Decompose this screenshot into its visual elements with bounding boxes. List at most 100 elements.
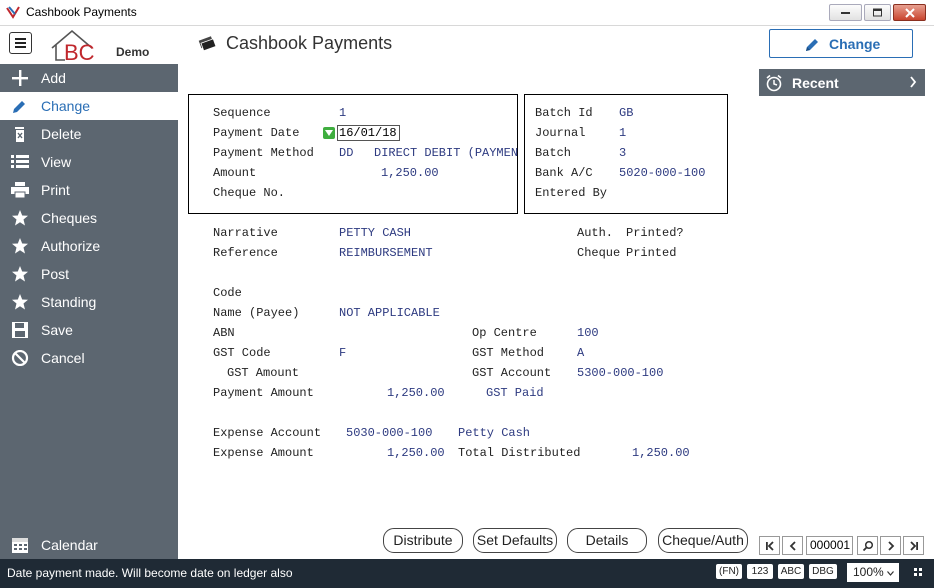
star-icon (12, 238, 28, 254)
close-button[interactable] (893, 4, 926, 21)
details-button[interactable]: Details (567, 528, 647, 553)
payment-method-code[interactable]: DD (339, 146, 353, 160)
status-message: Date payment made. Will become date on l… (7, 566, 293, 580)
batch-label: Batch (535, 146, 572, 160)
hamburger-menu-button[interactable] (9, 32, 32, 54)
logo-subtitle: Demo (116, 45, 150, 59)
expense-amount-value[interactable]: 1,250.00 (387, 446, 445, 460)
batch-id-label: Batch Id (535, 106, 593, 120)
bank-ac-label: Bank A/C (535, 166, 593, 180)
batch-id-value: GB (619, 106, 634, 120)
debug-indicator[interactable]: DBG (809, 564, 837, 579)
sidebar-item-delete[interactable]: Delete (0, 120, 178, 148)
resize-grip-icon[interactable] (914, 568, 922, 576)
gst-account-value[interactable]: 5300-000-100 (577, 366, 663, 380)
maximize-button[interactable] (864, 4, 891, 21)
payment-date-label: Payment Date (213, 126, 300, 140)
journal-value: 1 (619, 126, 627, 140)
sidebar-item-save[interactable]: Save (0, 316, 178, 344)
app-header: BC Demo Cashbook Payments Change (0, 26, 934, 64)
gst-method-value[interactable]: A (577, 346, 584, 360)
chevron-right-icon (910, 76, 917, 88)
sidebar-item-cheques[interactable]: Cheques (0, 204, 178, 232)
next-record-button[interactable] (880, 536, 901, 555)
status-bar: Date payment made. Will become date on l… (0, 559, 934, 588)
narrative-value[interactable]: PETTY CASH (339, 226, 411, 240)
first-record-button[interactable] (759, 536, 780, 555)
sidebar-item-label: Change (41, 98, 91, 114)
previous-record-button[interactable] (782, 536, 803, 555)
chevron-left-icon (789, 540, 796, 551)
plus-icon (12, 70, 28, 86)
abn-label: ABN (213, 326, 235, 340)
star-icon (12, 294, 28, 310)
gst-code-label: GST Code (213, 346, 271, 360)
printer-icon (11, 182, 29, 198)
date-dropdown-button[interactable] (323, 127, 335, 139)
batch-value: 3 (619, 146, 627, 160)
name-payee-value[interactable]: NOT APPLICABLE (339, 306, 440, 320)
entered-by-label: Entered By (535, 186, 608, 200)
window-title: Cashbook Payments (26, 5, 137, 19)
cheque-no-label: Cheque No. (213, 186, 286, 200)
trash-icon (15, 127, 24, 142)
set-defaults-button[interactable]: Set Defaults (473, 528, 557, 553)
caps-lock-indicator: ABC (778, 564, 804, 579)
cheque-label: Cheque (577, 246, 621, 260)
sidebar-item-view[interactable]: View (0, 148, 178, 176)
sidebar-item-calendar[interactable]: Calendar (0, 531, 178, 559)
record-number-input[interactable]: 000001 (806, 536, 853, 555)
sidebar-item-cancel[interactable]: Cancel (0, 344, 178, 372)
sidebar-item-label: Post (41, 266, 70, 282)
recent-panel-button[interactable]: Recent (759, 69, 925, 96)
name-payee-label: Name (Payee) (213, 306, 300, 320)
sidebar-item-print[interactable]: Print (0, 176, 178, 204)
sidebar-item-standing[interactable]: Standing (0, 288, 178, 316)
sidebar-item-change[interactable]: Change (0, 92, 178, 120)
total-distributed-label: Total Distributed (458, 446, 581, 460)
zoom-select[interactable]: 100% (847, 563, 899, 582)
alarm-clock-icon (766, 74, 782, 92)
find-record-button[interactable] (857, 536, 878, 555)
amount-value[interactable]: 1,250.00 (381, 166, 439, 180)
first-icon (765, 540, 774, 551)
expense-account-value[interactable]: 5030-000-100 (346, 426, 432, 440)
expense-amount-label: Expense Amount (213, 446, 314, 460)
chevron-right-icon (887, 540, 894, 551)
sidebar-item-label: Calendar (41, 537, 98, 553)
sequence-value: 1 (339, 106, 347, 120)
sidebar-item-add[interactable]: Add (0, 64, 178, 92)
printed-label: Printed (626, 246, 677, 260)
floppy-icon (12, 322, 28, 338)
company-logo: BC (51, 29, 95, 62)
hamburger-icon (15, 38, 26, 48)
gst-code-value[interactable]: F (339, 346, 346, 360)
minimize-button[interactable] (829, 4, 862, 21)
last-record-button[interactable] (903, 536, 924, 555)
sidebar-item-label: Standing (41, 294, 97, 310)
sidebar-item-label: Cancel (41, 350, 85, 366)
sidebar-item-post[interactable]: Post (0, 260, 178, 288)
fn-indicator[interactable]: (FN) (716, 564, 742, 579)
bank-ac-value: 5020-000-100 (619, 166, 706, 180)
op-centre-value[interactable]: 100 (577, 326, 599, 340)
reference-value[interactable]: REIMBURSEMENT (339, 246, 433, 260)
payment-date-input[interactable]: 16/01/18 (337, 125, 400, 141)
change-button[interactable]: Change (769, 29, 913, 58)
narrative-label: Narrative (213, 226, 278, 240)
chevron-down-icon (325, 130, 333, 136)
num-lock-indicator: 123 (747, 564, 773, 579)
payment-amount-label: Payment Amount (213, 386, 314, 400)
sidebar-item-label: Print (41, 182, 70, 198)
cheque-auth-button[interactable]: Cheque/Auth (658, 528, 748, 553)
expense-account-label: Expense Account (213, 426, 322, 440)
auth-label: Auth. (577, 226, 614, 240)
change-button-label: Change (829, 36, 881, 52)
gst-account-label: GST Account (472, 366, 552, 380)
distribute-button[interactable]: Distribute (383, 528, 463, 553)
sidebar-item-authorize[interactable]: Authorize (0, 232, 178, 260)
cash-icon (198, 36, 216, 51)
last-icon (909, 540, 918, 551)
sidebar: Add Change Delete View Print Cheques Aut… (0, 64, 178, 559)
minimize-icon (840, 11, 850, 14)
